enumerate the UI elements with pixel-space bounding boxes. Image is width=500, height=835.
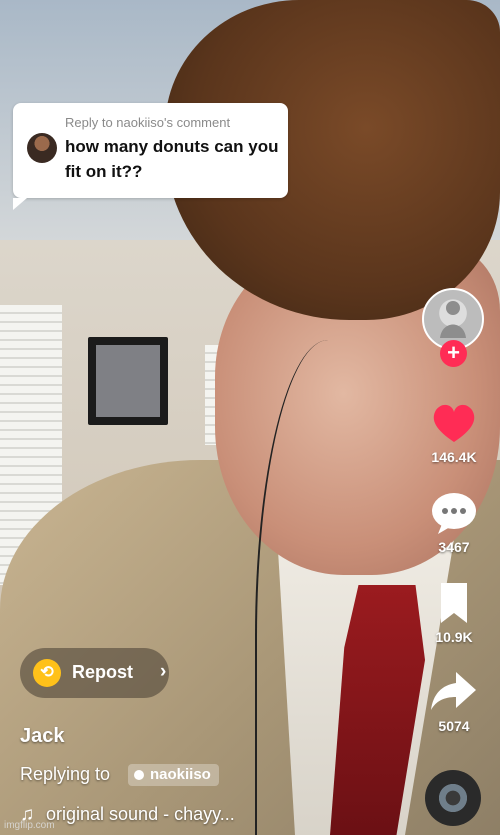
bookmark-icon[interactable] — [428, 580, 480, 626]
bubble-title: Reply to naokiiso's comment — [65, 115, 231, 130]
avatar-figure-icon — [440, 301, 466, 338]
sound-disc[interactable] — [425, 770, 481, 826]
replying-user-chip[interactable]: naokiiso — [128, 764, 219, 786]
chevron-right-icon: › — [160, 661, 167, 682]
comment-count: 3467 — [438, 539, 470, 555]
sound-title[interactable]: original sound - chayy... — [46, 804, 235, 825]
comment-dot-icon — [134, 770, 144, 780]
replying-to-label: Replying to — [20, 764, 111, 784]
comment-icon[interactable] — [428, 490, 480, 536]
replying-user: naokiiso — [150, 766, 211, 783]
like-count: 146.4K — [431, 449, 477, 465]
repost-icon: ⟲ — [33, 659, 61, 687]
repost-button[interactable]: ⟲ Repost › — [20, 648, 169, 698]
repost-label: Repost — [72, 662, 134, 682]
picture-frame — [88, 337, 168, 425]
video-screen[interactable]: Reply to naokiiso's comment how many don… — [0, 0, 500, 835]
commenter-avatar — [27, 133, 57, 163]
reply-comment-bubble[interactable]: Reply to naokiiso's comment how many don… — [13, 103, 288, 210]
follow-plus-button[interactable]: + — [440, 340, 467, 367]
watermark: imgflip.com — [4, 820, 55, 831]
heart-icon[interactable] — [428, 400, 480, 446]
share-icon[interactable] — [428, 668, 480, 714]
save-count: 10.9K — [435, 629, 473, 645]
share-count: 5074 — [438, 718, 470, 734]
username[interactable]: Jack — [20, 725, 65, 748]
bubble-comment-text: how many donuts can you fit on it?? — [65, 137, 279, 181]
